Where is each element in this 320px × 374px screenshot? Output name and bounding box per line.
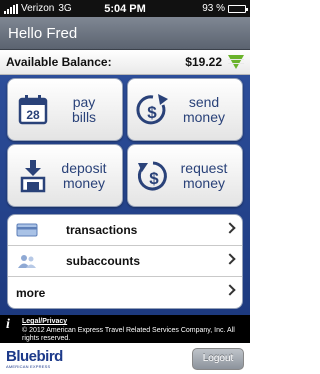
copyright-text: © 2012 American Express Travel Related S… [22, 326, 235, 343]
svg-text:28: 28 [26, 108, 40, 122]
deposit-money-button[interactable]: deposit money [7, 144, 123, 207]
deposit-money-label: deposit money [61, 159, 107, 191]
legal-privacy-link[interactable]: Legal/Privacy [22, 318, 246, 327]
network-type: 3G [58, 3, 72, 14]
pay-bills-button[interactable]: 28 pay bills [7, 78, 123, 141]
send-money-button[interactable]: $ send money [127, 78, 243, 141]
carrier-name: Verizon [21, 3, 55, 14]
subaccounts-label: subaccounts [66, 254, 141, 268]
request-money-button[interactable]: $ request money [127, 144, 243, 207]
calendar-icon: 28 [18, 94, 48, 124]
logout-button[interactable]: Logout [192, 347, 244, 370]
menu-list: transactions subaccounts more [7, 214, 243, 309]
greeting: Hello Fred [8, 24, 78, 42]
deposit-icon [20, 159, 46, 192]
send-money-label: send money [182, 93, 226, 125]
svg-text:$: $ [147, 103, 157, 122]
balance-indicator-icon [228, 55, 244, 69]
battery-percent: 93 % [202, 3, 225, 14]
request-money-label: request money [180, 159, 228, 191]
dollar-arrow-up-icon: $ [136, 93, 168, 124]
signal-icon [4, 3, 18, 14]
bluebird-logo: Bluebird AMERICAN EXPRESS [6, 349, 63, 369]
subaccounts-row[interactable]: subaccounts [8, 246, 242, 277]
chevron-right-icon [224, 253, 236, 265]
bottom-bar: Bluebird AMERICAN EXPRESS Logout [0, 343, 250, 374]
chevron-right-icon [224, 222, 236, 234]
logo-wordmark: Bluebird [6, 347, 63, 365]
legal-footer: i Legal/Privacy © 2012 American Express … [0, 315, 250, 343]
more-row[interactable]: more [8, 277, 242, 308]
battery-indicator: 93 % [202, 3, 248, 14]
main-panel: 28 pay bills $ send money deposit money … [0, 75, 250, 315]
people-icon [18, 255, 36, 268]
more-label: more [16, 285, 46, 300]
transactions-row[interactable]: transactions [8, 215, 242, 246]
balance-label: Available Balance: [6, 55, 112, 69]
logo-byline: AMERICAN EXPRESS [6, 363, 51, 369]
svg-text:$: $ [149, 169, 159, 188]
app-header: Hello Fred [0, 17, 250, 50]
card-icon [16, 223, 38, 237]
info-icon: i [6, 317, 10, 332]
balance-amount: $19.22 [185, 55, 222, 69]
chevron-right-icon [224, 284, 236, 296]
dollar-arrow-down-icon: $ [137, 161, 167, 190]
pay-bills-label: pay bills [71, 93, 97, 125]
transactions-label: transactions [66, 223, 138, 237]
balance-bar: Available Balance: $19.22 [0, 50, 250, 75]
status-bar: Verizon 3G 5:04 PM 93 % [0, 0, 250, 17]
battery-icon [228, 4, 248, 13]
